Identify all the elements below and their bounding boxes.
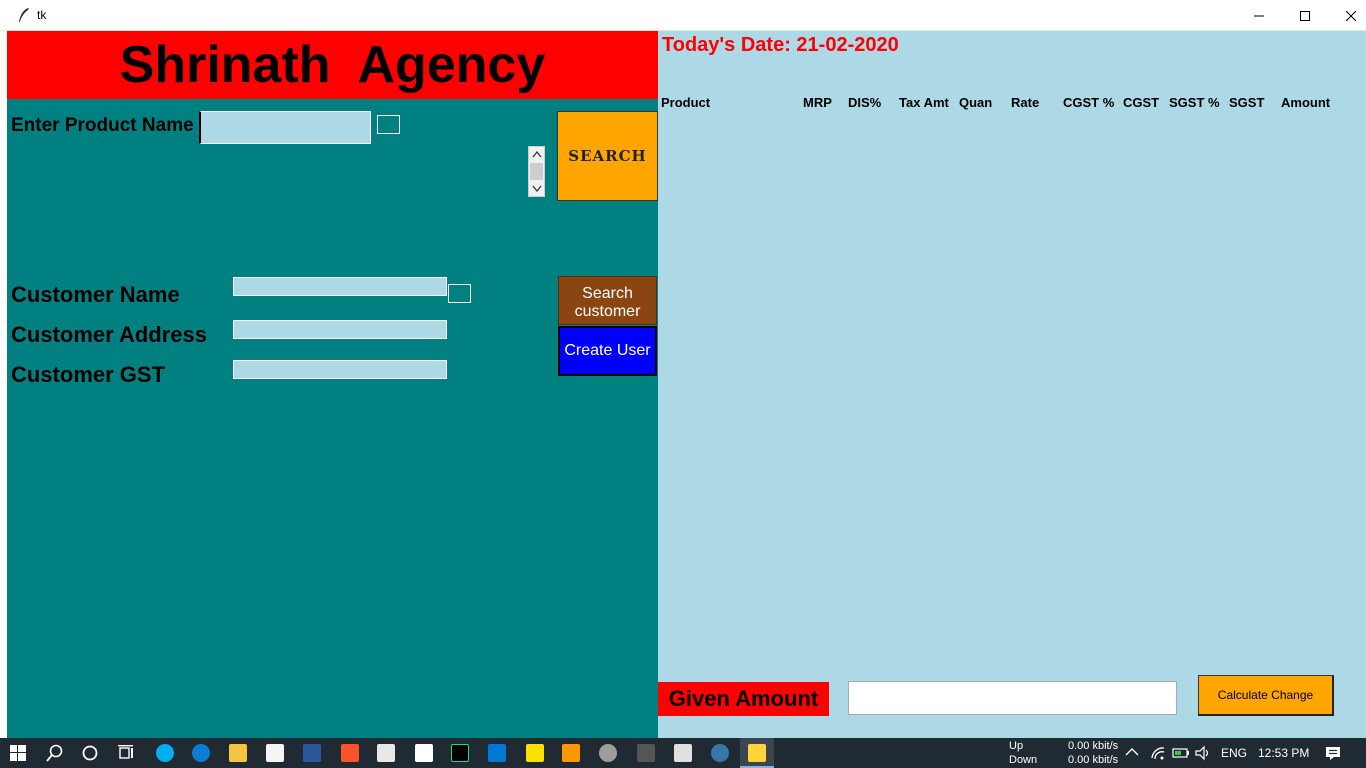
sticky-notes-icon[interactable] [526, 744, 544, 762]
customer-name-input[interactable] [233, 277, 447, 296]
window-title: tk [37, 8, 47, 22]
column-header-mrp: MRP [803, 95, 832, 110]
volume-icon[interactable] [1195, 745, 1211, 761]
minimize-button[interactable] [1236, 0, 1282, 31]
product-name-label: Enter Product Name [11, 115, 194, 136]
column-header-discount: DIS% [848, 95, 882, 110]
todays-date: Today's Date: 21-02-2020 [662, 34, 899, 56]
customer-address-label: Customer Address [11, 322, 208, 347]
calculate-change-button[interactable]: Calculate Change [1198, 675, 1334, 716]
wifi-icon[interactable] [1150, 745, 1166, 761]
python-tk-icon[interactable] [748, 744, 766, 762]
customer-gst-label: Customer GST [11, 362, 166, 387]
mail-icon[interactable] [377, 744, 395, 762]
task-view-icon[interactable] [117, 744, 135, 762]
given-amount-label: Given Amount [658, 682, 829, 716]
column-header-quantity: Quan [959, 95, 993, 110]
customer-gst-input[interactable] [233, 360, 447, 379]
skype-icon[interactable] [156, 744, 174, 762]
customer-checkbox[interactable] [448, 284, 471, 303]
brave-icon[interactable] [341, 744, 359, 762]
column-header-sgst: SGST [1229, 95, 1265, 110]
net-up-label: Up [1009, 740, 1024, 752]
scroll-up-icon[interactable] [532, 150, 542, 158]
maximize-button[interactable] [1282, 0, 1328, 31]
notifications-icon[interactable] [1325, 745, 1341, 761]
customer-address-input[interactable] [233, 320, 447, 339]
column-header-cgst-percent: CGST % [1063, 95, 1115, 110]
word-icon[interactable] [303, 744, 321, 762]
column-header-rate: Rate [1011, 95, 1040, 110]
create-user-button[interactable]: Create User [558, 326, 657, 376]
scroll-thumb[interactable] [530, 163, 543, 180]
search-icon[interactable] [46, 744, 64, 762]
battery-icon[interactable] [1172, 746, 1190, 760]
agency-title: Shrinath Agency [119, 36, 546, 94]
minimize-icon [1254, 15, 1264, 16]
given-amount-input[interactable] [848, 681, 1177, 715]
column-header-sgst-percent: SGST % [1169, 95, 1220, 110]
clock[interactable]: 12:53 PM [1258, 746, 1309, 760]
column-header-product: Product [661, 95, 711, 110]
database-icon[interactable] [599, 744, 617, 762]
cortana-icon[interactable] [81, 744, 99, 762]
column-header-cgst: CGST [1123, 95, 1160, 110]
column-header-amount: Amount [1281, 95, 1331, 110]
customer-name-label: Customer Name [11, 282, 180, 307]
sublime-icon[interactable] [562, 744, 580, 762]
product-name-input[interactable] [199, 111, 371, 144]
file-icon[interactable] [415, 744, 433, 762]
scroll-down-icon[interactable] [532, 185, 542, 193]
net-up-value: 0.00 kbit/s [1068, 740, 1119, 752]
product-list-scrollbar[interactable] [528, 146, 545, 197]
tk-feather-icon [19, 8, 29, 22]
agency-header: Shrinath Agency [7, 31, 658, 99]
chevron-up-icon[interactable] [1125, 746, 1139, 758]
store-icon[interactable] [266, 744, 284, 762]
column-header-tax-amt: Tax Amt [899, 95, 949, 110]
file-explorer-icon[interactable] [229, 744, 247, 762]
python-icon[interactable] [711, 744, 729, 762]
close-button[interactable] [1328, 0, 1366, 31]
search-button[interactable]: SEARCH [557, 111, 658, 201]
product-checkbox[interactable] [377, 115, 400, 134]
net-down-value: 0.00 kbit/s [1068, 754, 1119, 766]
calculator-icon[interactable] [637, 744, 655, 762]
windows-start-icon[interactable] [10, 745, 26, 761]
language-indicator[interactable]: ENG [1221, 746, 1247, 760]
camera-icon[interactable] [674, 744, 692, 762]
net-down-label: Down [1009, 754, 1038, 766]
vscode-icon[interactable] [488, 744, 506, 762]
edge-icon[interactable] [192, 744, 210, 762]
search-customer-button[interactable]: Search customer [558, 276, 657, 325]
close-icon [1346, 10, 1356, 21]
maximize-icon [1300, 10, 1310, 21]
window-titlebar [0, 0, 1366, 31]
pycharm-icon[interactable] [451, 744, 469, 762]
bill-panel [658, 31, 1366, 738]
